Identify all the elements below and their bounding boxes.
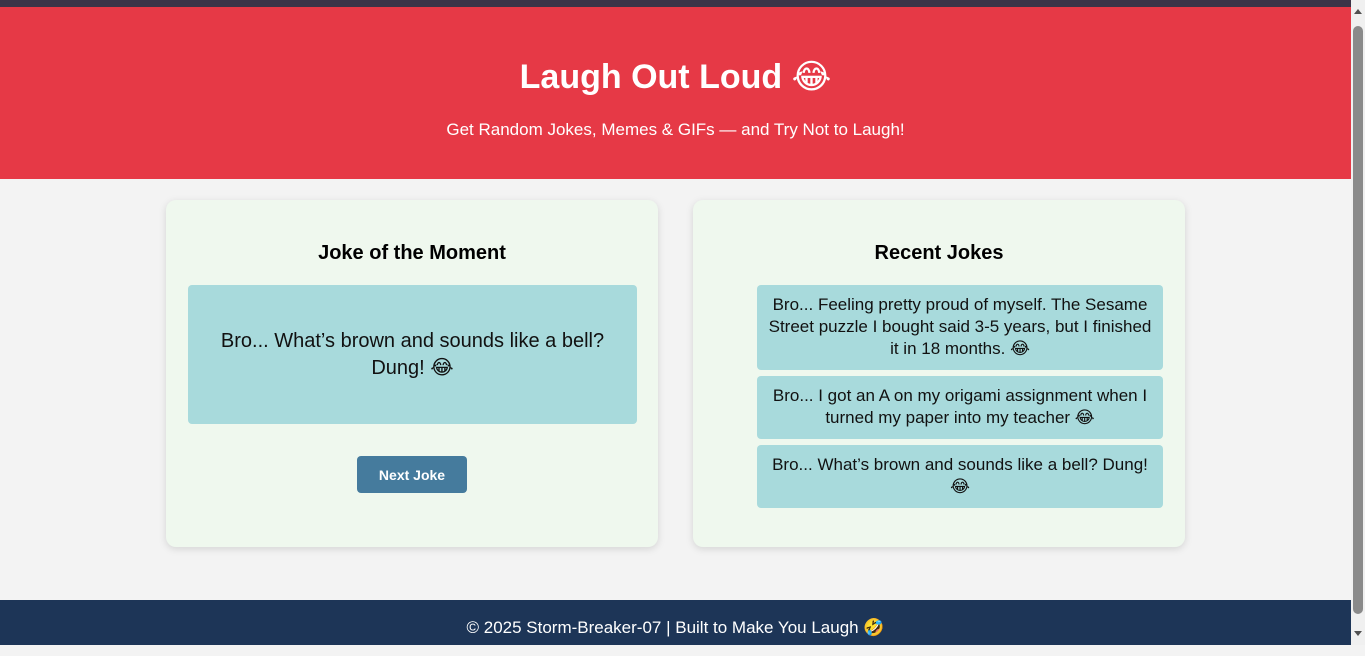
scroll-up-arrow-icon[interactable] [1354,9,1362,14]
joke-card-heading: Joke of the Moment [318,242,506,264]
page-footer: © 2025 Storm-Breaker-07 | Built to Make … [0,600,1351,645]
page-header: Laugh Out Loud 😂 Get Random Jokes, Memes… [0,7,1351,179]
page-title: Laugh Out Loud 😂 [519,58,832,96]
footer-text: © 2025 Storm-Breaker-07 | Built to Make … [466,618,885,637]
recent-joke-item: Bro... What’s brown and sounds like a be… [757,445,1163,508]
current-joke: Bro... What’s brown and sounds like a be… [188,285,637,424]
recent-jokes-card: Recent Jokes Bro... Feeling pretty proud… [693,200,1185,547]
vertical-scrollbar[interactable] [1351,0,1365,645]
browser-top-strip [0,0,1351,7]
recent-jokes-heading: Recent Jokes [874,242,1004,264]
scrollbar-thumb[interactable] [1353,26,1363,614]
recent-joke-item: Bro... Feeling pretty proud of myself. T… [757,285,1163,370]
recent-joke-item: Bro... I got an A on my origami assignme… [757,376,1163,439]
next-joke-button[interactable]: Next Joke [357,456,467,493]
scroll-down-arrow-icon[interactable] [1354,631,1362,636]
joke-of-the-moment-card: Joke of the Moment Bro... What’s brown a… [166,200,658,547]
page-subtitle: Get Random Jokes, Memes & GIFs — and Try… [446,120,905,139]
recent-jokes-list: Bro... Feeling pretty proud of myself. T… [757,285,1163,514]
